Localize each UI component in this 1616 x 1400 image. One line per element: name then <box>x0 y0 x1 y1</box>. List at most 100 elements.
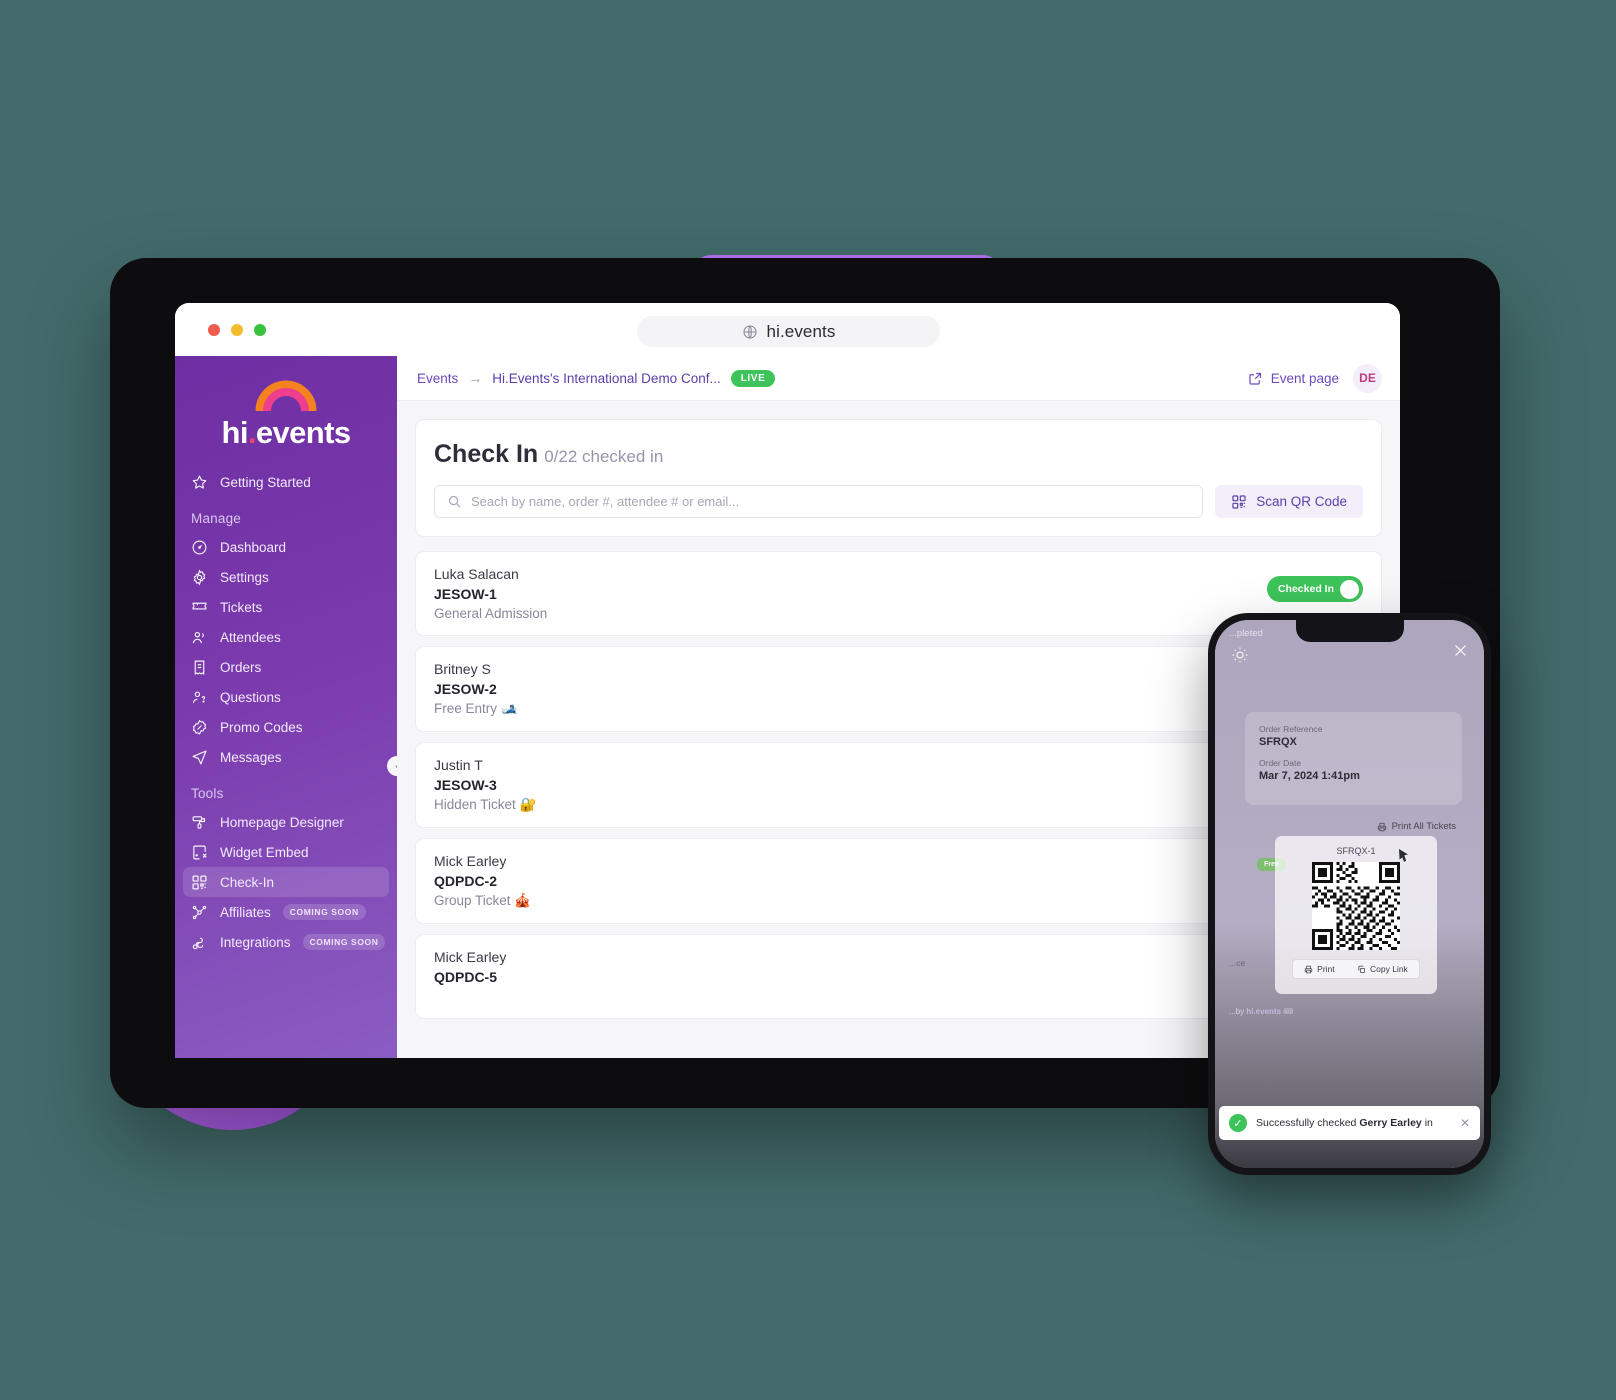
minimize-window-button[interactable] <box>231 324 243 336</box>
toast-notification: ✓ Successfully checked Gerry Earley in ✕ <box>1219 1106 1480 1140</box>
cursor-icon <box>1399 849 1408 862</box>
close-icon[interactable]: ✕ <box>1460 1116 1470 1130</box>
sidebar-item-integrations[interactable]: Integrations COMING SOON <box>183 927 389 957</box>
close-icon[interactable] <box>1452 642 1469 659</box>
sidebar-item-check-in[interactable]: Check-In <box>183 867 389 897</box>
sidebar-item-label: Settings <box>220 569 269 585</box>
percent-badge-icon <box>192 719 207 735</box>
sidebar: hi.events Getting Started Manage Dashboa… <box>175 356 397 1058</box>
print-ticket-button[interactable]: Print <box>1304 964 1335 974</box>
search-box[interactable] <box>434 485 1204 518</box>
screenshot-stage: hi.events hi.events Getting Started Mana… <box>0 0 1616 1400</box>
print-ticket-label: Print <box>1317 964 1335 974</box>
close-window-button[interactable] <box>208 324 220 336</box>
order-reference-value: SFRQX <box>1259 736 1297 748</box>
scan-qr-code-button[interactable]: Scan QR Code <box>1215 485 1363 518</box>
sidebar-item-label: Questions <box>220 689 281 705</box>
footer-suffix: 🎟 <box>1281 1007 1294 1016</box>
order-date-value: Mar 7, 2024 1:41pm <box>1259 770 1360 782</box>
sidebar-item-messages[interactable]: Messages <box>183 742 389 772</box>
search-icon <box>448 495 461 508</box>
printer-icon <box>1377 822 1386 831</box>
phone-footer-credit: ...by hi.events 🎟 <box>1229 1007 1293 1016</box>
sidebar-item-affiliates[interactable]: Affiliates COMING SOON <box>183 897 389 927</box>
ticket-card: SFRQX-1 Print Copy Link <box>1275 836 1437 994</box>
sidebar-item-label: Widget Embed <box>220 844 309 860</box>
print-all-tickets-label: Print All Tickets <box>1391 821 1456 832</box>
toast-prefix: Successfully checked <box>1256 1117 1360 1129</box>
topbar: Events → Hi.Events's International Demo … <box>397 356 1400 401</box>
check-in-toggle-label: Checked In <box>1277 583 1334 595</box>
sidebar-item-settings[interactable]: Settings <box>183 562 389 592</box>
sidebar-item-questions[interactable]: Questions <box>183 682 389 712</box>
sidebar-item-homepage-designer[interactable]: Homepage Designer <box>183 807 389 837</box>
avatar[interactable]: DE <box>1353 363 1382 393</box>
toast-message: Successfully checked Gerry Earley in <box>1256 1117 1451 1129</box>
search-row: Scan QR Code <box>434 485 1363 518</box>
question-user-icon <box>192 691 206 703</box>
ticket-icon <box>192 602 207 610</box>
qr-code-image <box>1312 862 1400 950</box>
sidebar-item-label: Check-In <box>220 874 275 890</box>
integrations-icon <box>192 937 204 949</box>
sidebar-item-attendees[interactable]: Attendees <box>183 622 389 652</box>
search-input[interactable] <box>471 494 1191 509</box>
coming-soon-badge: COMING SOON <box>302 934 386 950</box>
sidebar-item-getting-started[interactable]: Getting Started <box>183 467 389 497</box>
users-icon <box>192 631 204 643</box>
gear-icon <box>193 569 206 585</box>
sidebar-item-dashboard[interactable]: Dashboard <box>183 532 389 562</box>
phone-screen: ...pleted Order Reference SFRQX Order Da… <box>1215 620 1484 1168</box>
ticket-reference: SFRQX-1 <box>1336 846 1376 856</box>
footer-prefix: ...by <box>1229 1007 1247 1016</box>
sidebar-item-widget-embed[interactable]: Widget Embed <box>183 837 389 867</box>
chevron-left-icon: ‹ <box>395 761 397 772</box>
copy-icon <box>1358 965 1365 973</box>
check-in-toggle[interactable]: Checked In <box>1266 576 1363 602</box>
sidebar-item-tickets[interactable]: Tickets <box>183 592 389 622</box>
attendee-name: Luka Salacan <box>434 566 519 582</box>
sidebar-item-label: Getting Started <box>220 474 311 490</box>
footer-brand[interactable]: hi.events <box>1246 1007 1281 1016</box>
breadcrumb-events[interactable]: Events <box>417 371 458 386</box>
phone-side-text: ...ce <box>1229 958 1246 968</box>
url-bar[interactable]: hi.events <box>637 316 940 347</box>
sidebar-section-manage: Manage <box>191 511 241 526</box>
checkin-panel: Check In 0/22 checked in Scan QR Code <box>415 419 1382 537</box>
maximize-window-button[interactable] <box>254 324 266 336</box>
sidebar-item-label: Promo Codes <box>220 719 303 735</box>
phone-status-text: ...pleted <box>1229 628 1263 639</box>
sidebar-item-label: Attendees <box>220 629 281 645</box>
event-page-link[interactable]: Event page <box>1248 371 1339 386</box>
copy-link-button[interactable]: Copy Link <box>1357 964 1408 974</box>
brand-events: events <box>255 415 351 450</box>
attendee-reference: JESOW-1 <box>434 586 497 602</box>
topbar-right: Event page DE <box>1248 363 1382 393</box>
gauge-icon <box>192 540 207 554</box>
copy-link-label: Copy Link <box>1370 964 1408 974</box>
brand-logo[interactable]: hi.events <box>175 372 397 467</box>
sidebar-item-orders[interactable]: Orders <box>183 652 389 682</box>
status-badge-live: LIVE <box>730 369 776 387</box>
sidebar-item-label: Dashboard <box>220 539 287 555</box>
window-traffic-lights <box>208 324 266 336</box>
ticket-actions: Print Copy Link <box>1292 959 1420 979</box>
order-summary-card: Order Reference SFRQX Order Date Mar 7, … <box>1245 712 1462 862</box>
send-icon <box>192 750 207 764</box>
checkin-counter: 0/22 checked in <box>544 447 664 466</box>
brand-hi: hi <box>221 415 249 450</box>
browser-chrome: hi.events <box>175 303 1400 356</box>
print-all-tickets-button[interactable]: Print All Tickets <box>1377 821 1456 832</box>
breadcrumb-current-event[interactable]: Hi.Events's International Demo Conf... <box>492 371 720 386</box>
check-circle-icon: ✓ <box>1229 1114 1247 1132</box>
breadcrumb-arrow: → <box>468 370 483 386</box>
affiliate-icon <box>192 905 207 919</box>
sidebar-item-promo-codes[interactable]: Promo Codes <box>183 712 389 742</box>
code-window-icon <box>193 845 207 859</box>
brand-wordmark: hi.events <box>175 415 397 451</box>
sidebar-item-label: Integrations <box>220 934 291 950</box>
star-icon <box>192 475 207 489</box>
globe-icon <box>742 324 757 339</box>
toggle-knob <box>1340 579 1359 599</box>
sidebar-section-tools: Tools <box>191 786 224 801</box>
